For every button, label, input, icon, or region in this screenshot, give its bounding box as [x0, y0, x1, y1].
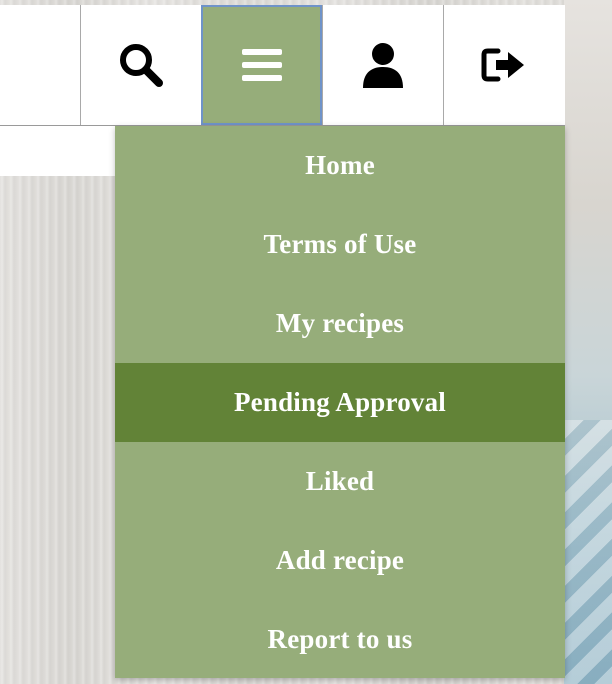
menu-item-my-recipes[interactable]: My recipes	[115, 284, 565, 363]
menu-item-terms-of-use[interactable]: Terms of Use	[115, 205, 565, 284]
profile-button[interactable]	[322, 5, 443, 125]
header-band	[0, 126, 115, 176]
menu-toggle-button[interactable]	[201, 5, 322, 125]
top-nav-bar	[0, 5, 565, 126]
hamburger-menu-icon	[241, 49, 282, 81]
logout-icon	[481, 48, 524, 82]
logout-button[interactable]	[443, 5, 564, 125]
background-image-edge	[564, 0, 612, 684]
nav-dropdown-menu: Home Terms of Use My recipes Pending App…	[115, 126, 565, 678]
menu-item-liked[interactable]: Liked	[115, 442, 565, 521]
menu-item-home[interactable]: Home	[115, 126, 565, 205]
search-button[interactable]	[80, 5, 201, 125]
search-icon	[120, 44, 163, 87]
menu-item-add-recipe[interactable]: Add recipe	[115, 521, 565, 600]
user-icon	[363, 43, 403, 88]
menu-item-pending-approval[interactable]: Pending Approval	[115, 363, 565, 442]
menu-item-report-to-us[interactable]: Report to us	[115, 600, 565, 679]
